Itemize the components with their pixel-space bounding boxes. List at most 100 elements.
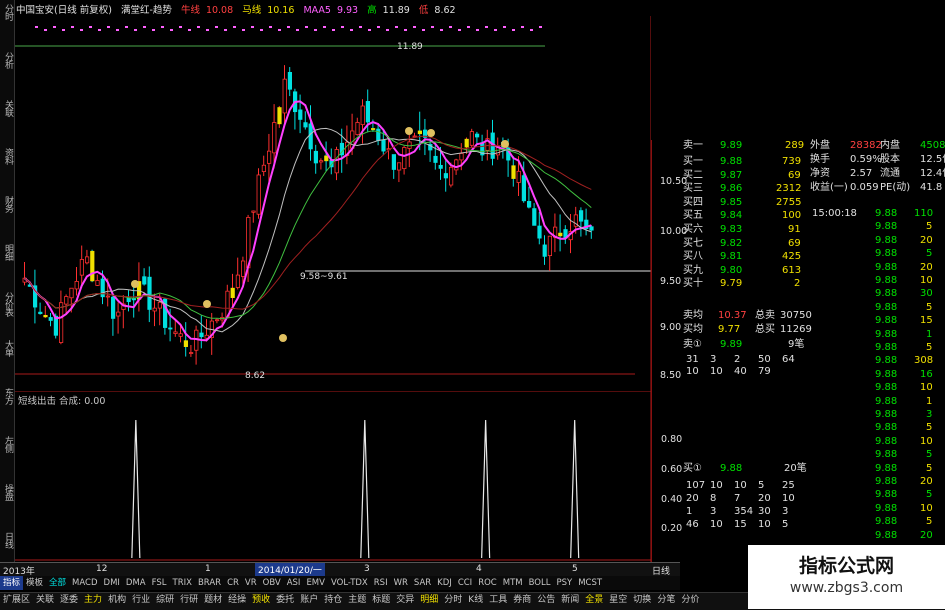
indicator-tab[interactable]: TRIX — [170, 576, 195, 590]
signal-dot — [161, 26, 164, 28]
candle — [90, 250, 95, 282]
candle — [417, 130, 423, 135]
tick-volume: 308 — [914, 355, 934, 367]
indicator-tab[interactable]: 模板 — [23, 576, 46, 590]
maa5-label: MAA5 — [303, 5, 331, 16]
function-tab[interactable]: 工具 — [486, 593, 510, 607]
indicator-tab[interactable]: BRAR — [195, 576, 224, 590]
indicator-tab[interactable]: WR — [391, 576, 411, 590]
high-value: 11.89 — [382, 5, 410, 16]
signal-dot — [386, 29, 389, 31]
orderbook-volume: 613 — [782, 264, 802, 276]
function-tab[interactable]: 综研 — [153, 593, 177, 607]
indicator-chart[interactable] — [15, 392, 651, 562]
sidebar-item[interactable]: 关联 — [1, 100, 13, 116]
orderbook-price: 9.83 — [720, 224, 743, 235]
function-tab[interactable]: 持仓 — [321, 593, 345, 607]
indicator-tab[interactable]: MCST — [575, 576, 605, 590]
function-tab[interactable]: 预收 — [249, 593, 273, 607]
indicator-spike — [131, 419, 141, 559]
indicator-tab[interactable]: ASI — [284, 576, 304, 590]
sidebar-item[interactable]: 操盘 — [1, 484, 13, 500]
indicator-tab[interactable]: BOLL — [526, 576, 554, 590]
function-tab[interactable]: 关联 — [33, 593, 57, 607]
candle — [402, 147, 407, 170]
indicator-tab[interactable]: PSY — [553, 576, 575, 590]
orderbook-price: 9.84 — [720, 210, 743, 222]
candlestick-chart[interactable]: 11.89 9.58~9.61 8.62 — [15, 16, 651, 392]
function-tab[interactable]: 分时 — [441, 593, 465, 607]
sidebar-item[interactable]: 左侧 — [1, 436, 13, 452]
sidebar-item[interactable]: 分时 — [1, 4, 13, 20]
tick-price: 9.88 — [875, 422, 898, 434]
function-tab[interactable]: 新闻 — [558, 593, 582, 607]
sidebar-item[interactable]: 财务 — [1, 196, 13, 212]
sidebar-item[interactable]: 日线 — [1, 532, 13, 548]
indicator-tab[interactable]: 指标 — [0, 576, 24, 590]
signal-dot — [260, 29, 263, 31]
function-tab[interactable]: 交异 — [393, 593, 417, 607]
function-tab[interactable]: 扩展区 — [0, 593, 33, 607]
signal-dot — [467, 26, 470, 28]
function-tab[interactable]: 标题 — [369, 593, 393, 607]
function-tab[interactable]: 经操 — [225, 593, 249, 607]
function-tab[interactable]: 主题 — [345, 593, 369, 607]
sidebar-item[interactable]: 分价表 — [1, 292, 13, 316]
function-tab[interactable]: 明细 — [417, 593, 441, 607]
function-tab[interactable]: 行业 — [129, 593, 153, 607]
stock-title[interactable]: 中国宝安(日线 前复权) — [16, 5, 112, 16]
avg-sell-price: 10.37 — [718, 310, 747, 321]
stat-value: 41.8 — [920, 182, 943, 193]
function-tab[interactable]: 行研 — [177, 593, 201, 607]
price-annotation-mid: 9.58~9.61 — [300, 272, 348, 282]
date-axis-bar: 2013年 12 1 2014/01/20/一 3 4 5 日线 — [0, 562, 680, 577]
buy1-queue-count: 20笔 — [784, 463, 807, 474]
indicator-tab[interactable]: DMI — [101, 576, 123, 590]
indicator-tab[interactable]: OBV — [260, 576, 284, 590]
function-tab[interactable]: 机构 — [105, 593, 129, 607]
sidebar-item[interactable]: 东方 — [1, 388, 13, 404]
indicator-tab[interactable]: VR — [242, 576, 260, 590]
orderbook-label: 买八 — [683, 251, 703, 263]
indicator-tab[interactable]: FSL — [149, 576, 170, 590]
indicator-tab[interactable]: MACD — [69, 576, 100, 590]
orderbook-label: 买二 — [683, 169, 703, 181]
function-tab[interactable]: K线 — [465, 593, 486, 607]
indicator-tab[interactable]: SAR — [411, 576, 434, 590]
tick-price: 9.88 — [875, 248, 898, 260]
indicator-tab[interactable]: DMA — [123, 576, 149, 590]
sidebar-item[interactable]: 明细 — [1, 244, 13, 260]
function-tab[interactable]: 题材 — [201, 593, 225, 607]
candle — [152, 307, 157, 312]
indicator-tab[interactable]: ROC — [475, 576, 500, 590]
candle — [214, 319, 220, 322]
function-tab[interactable]: 全景 — [582, 593, 606, 607]
indicator-tab[interactable]: CR — [224, 576, 242, 590]
function-tab[interactable]: 券商 — [510, 593, 534, 607]
orderbook-price: 9.87 — [720, 169, 743, 181]
sidebar-item[interactable]: 分析 — [1, 52, 13, 68]
indicator-tab[interactable]: RSI — [371, 576, 391, 590]
signal-dot — [107, 26, 110, 28]
indicator-tab[interactable]: EMV — [303, 576, 328, 590]
function-tab[interactable]: 公告 — [534, 593, 558, 607]
function-tab[interactable]: 委托 — [273, 593, 297, 607]
horse-line-label: 马线 — [242, 5, 262, 16]
indicator-tab[interactable]: VOL-TDX — [328, 576, 371, 590]
function-tab[interactable]: 分笔 — [654, 593, 678, 607]
indicator-tab[interactable]: KDJ — [434, 576, 455, 590]
sidebar-item[interactable]: 资料 — [1, 148, 13, 164]
function-tab[interactable]: 分价 — [678, 593, 702, 607]
indicator-tab[interactable]: MTM — [500, 576, 526, 590]
sidebar-item[interactable]: 大单 — [1, 340, 13, 356]
function-tab[interactable]: 逐委 — [57, 593, 81, 607]
indicator-tab[interactable]: CCI — [455, 576, 475, 590]
function-tab[interactable]: 主力 — [81, 593, 105, 607]
function-tab[interactable]: 账户 — [297, 593, 321, 607]
function-tab[interactable]: 星空 — [606, 593, 630, 607]
function-tab[interactable]: 切换 — [630, 593, 654, 607]
queue-cell: 10 — [734, 480, 747, 491]
candle — [438, 164, 443, 169]
tick-price: 9.88 — [875, 462, 898, 474]
indicator-tab[interactable]: 全部 — [46, 576, 69, 590]
